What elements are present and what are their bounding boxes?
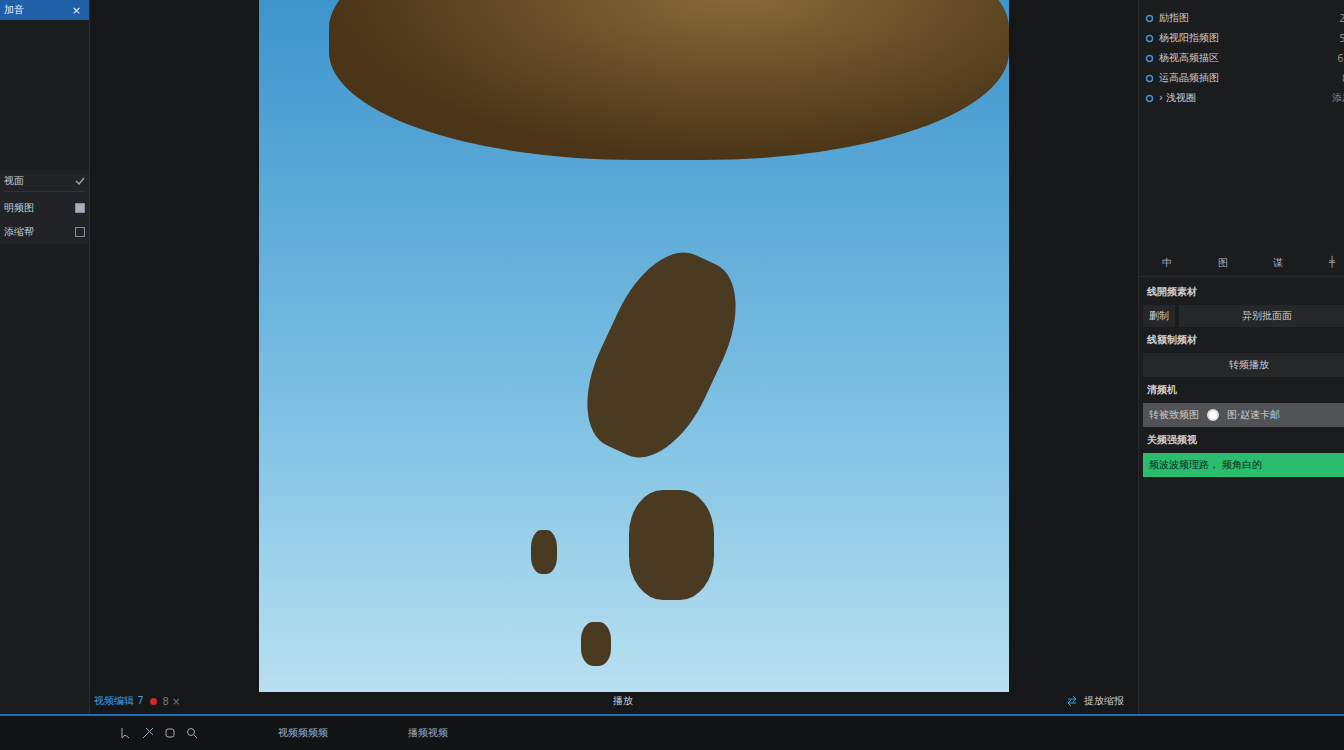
video-editor: 加音×视面明频图添缩帮视频编辑 78 ×播放提放缩报励指图25杨视阳指频图57杨…: [0, 0, 1344, 750]
play-label[interactable]: 播放: [613, 694, 633, 708]
layer-row[interactable]: 杨视阳指频图 57: [1145, 30, 1344, 46]
layer-row[interactable]: 运高晶频插图 8-: [1145, 70, 1344, 86]
layer-row[interactable]: › 浅视圈添加: [1145, 90, 1344, 106]
property-label: 删制: [1143, 305, 1175, 327]
layer-icon: [1145, 34, 1154, 43]
item-label: 明频图: [4, 201, 34, 215]
sequence-extra: 8 ×: [163, 696, 181, 707]
select-tool-icon[interactable]: [120, 727, 132, 739]
layer-label: 杨视高频描区: [1159, 51, 1332, 65]
status-banner: 频波波频理路， 频角白的: [1143, 453, 1344, 477]
panel-title: 视面: [4, 174, 24, 188]
left-panel: 加音 × 视面明频图添缩帮: [0, 0, 90, 714]
layer-row[interactable]: 杨视高频描区 6+: [1145, 50, 1344, 66]
toolbar-button[interactable]: 图: [1218, 256, 1228, 270]
properties-panel: 线開频素材删制异别批面面线额制频材转频播放清频机转被致频图 图·赵速卡邮关频强频视…: [1139, 277, 1344, 483]
toggle-icon[interactable]: [1207, 409, 1219, 421]
timeline-label[interactable]: 播频视频: [408, 726, 448, 740]
layer-value: 25: [1339, 13, 1344, 24]
panel-header: 视面: [4, 174, 85, 192]
layer-icon: [1145, 14, 1154, 23]
tab-label: 加音: [4, 3, 24, 17]
property-row: 删制异别批面面: [1143, 305, 1344, 327]
section-title: 线開频素材: [1143, 283, 1344, 301]
layer-row[interactable]: 励指图 25: [1145, 10, 1344, 26]
layer-icon: [1145, 74, 1154, 83]
panel-toolbar: 中 图 谋 ╪: [1139, 250, 1344, 277]
section-title: 线额制频材: [1143, 331, 1344, 349]
play-button[interactable]: 转频播放: [1143, 353, 1344, 377]
layer-list: 励指图 25 杨视阳指频图 57 杨视高频描区 6+运高晶频插图 8- › 浅视圈添加: [1139, 0, 1344, 250]
layer-label: › 浅视圈: [1159, 91, 1327, 105]
layer-label: 励指图: [1159, 11, 1334, 25]
item-checkbox[interactable]: [75, 227, 85, 237]
viewer-status: 视频编辑 7 8 × 播放 提放缩报: [90, 692, 1138, 708]
property-value[interactable]: 异别批面面: [1179, 305, 1344, 327]
viewer: 视频编辑 7 8 × 播放 提放缩报: [90, 0, 1138, 714]
layer-value: 6+: [1337, 53, 1344, 64]
layer-label: 杨视阳指频图: [1159, 31, 1334, 45]
hand-tool-icon[interactable]: [164, 727, 176, 739]
section-title: 关频强频视: [1143, 431, 1344, 449]
blade-tool-icon[interactable]: [142, 727, 154, 739]
check-icon[interactable]: [75, 176, 85, 186]
record-dot-icon: [150, 698, 157, 705]
layer-value: 57: [1339, 33, 1344, 44]
timeline-toolbar: 视频频频频 播频视频: [0, 714, 1344, 750]
toolbar-button[interactable]: 中: [1162, 256, 1172, 270]
layer-value: 添加: [1332, 91, 1344, 105]
toolbar-button[interactable]: 谋: [1273, 256, 1283, 270]
panel-item[interactable]: 明频图: [4, 200, 85, 216]
sequence-label: 视频编辑 7: [94, 694, 144, 708]
toggle-row[interactable]: 转被致频图 图·赵速卡邮: [1143, 403, 1344, 427]
timeline-label[interactable]: 视频频频频: [278, 726, 328, 740]
close-button[interactable]: ×: [72, 4, 81, 17]
layer-icon: [1145, 54, 1154, 63]
zoom-tool-icon[interactable]: [186, 727, 198, 739]
item-label: 添缩帮: [4, 225, 34, 239]
item-checkbox[interactable]: [75, 203, 85, 213]
panel-item[interactable]: 添缩帮: [4, 224, 85, 240]
video-frame: [259, 0, 1009, 692]
layer-value: 8-: [1342, 73, 1344, 84]
panel-tab[interactable]: 加音 ×: [0, 0, 89, 20]
toggle-value: 图·赵速卡邮: [1227, 408, 1280, 422]
right-panel: 励指图 25 杨视阳指频图 57 杨视高频描区 6+运高晶频插图 8- › 浅视圈添加中 图 谋 ╪…: [1138, 0, 1344, 714]
effects-panel: 视面明频图添缩帮: [0, 170, 89, 244]
layer-icon: [1145, 94, 1154, 103]
swap-icon[interactable]: [1066, 695, 1078, 707]
layer-label: 运高晶频插图: [1159, 71, 1337, 85]
zoom-label[interactable]: 提放缩报: [1084, 694, 1124, 708]
toggle-label: 转被致频图: [1149, 408, 1199, 422]
section-title: 清频机: [1143, 381, 1344, 399]
toolbar-button[interactable]: ╪: [1329, 256, 1335, 270]
